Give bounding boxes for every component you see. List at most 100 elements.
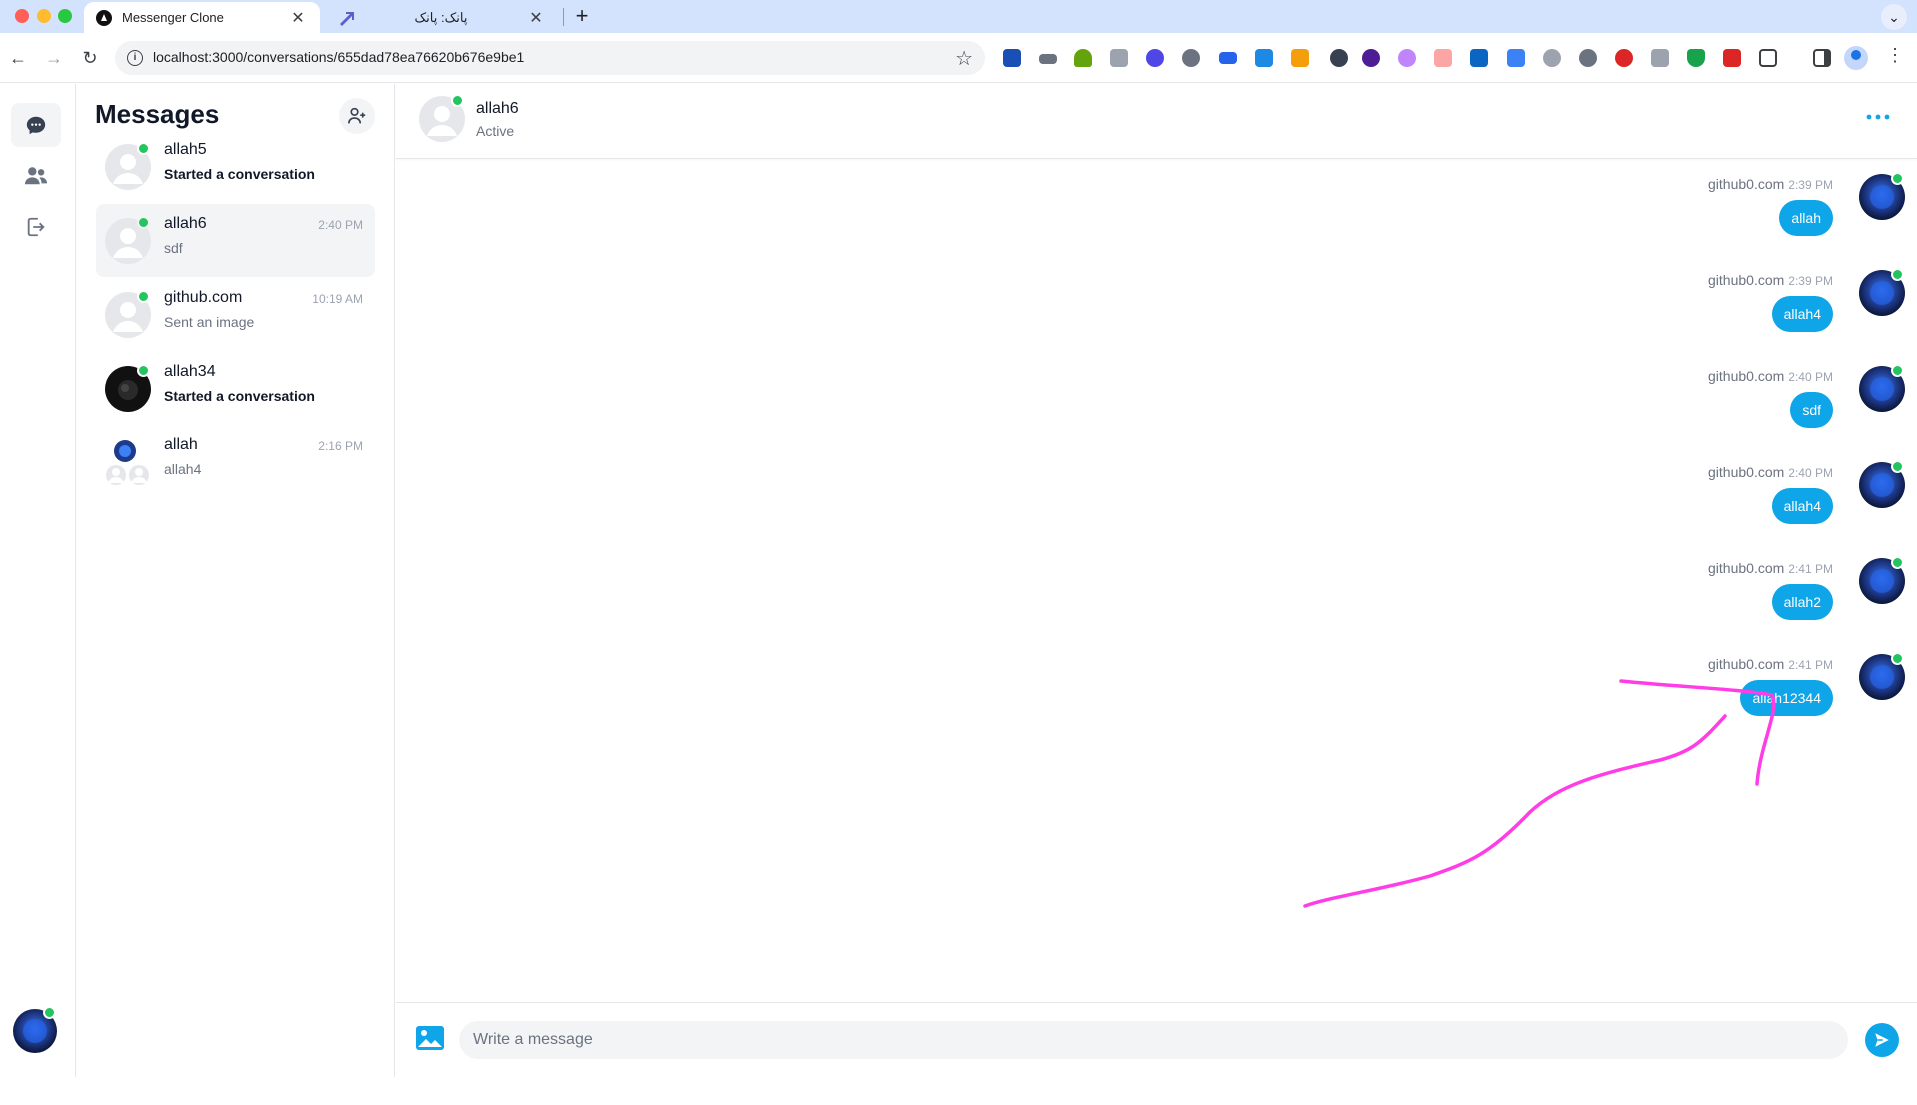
message-time: 2:40 PM	[1788, 370, 1833, 384]
message-bubble[interactable]: allah	[1779, 200, 1833, 236]
chat-panel: allah6 Active github0.com 2:39 PM allah git…	[396, 84, 1917, 1077]
message-meta: github0.com 2:40 PM	[1708, 464, 1833, 480]
current-user-avatar[interactable]	[13, 1006, 57, 1053]
conversation-last-message: Started a conversation	[164, 388, 315, 404]
browser-tab-bar: Messenger Clone ✕ پانک: پانک ✕ + ⌄	[0, 0, 1917, 33]
conversation-item[interactable]: allah5 Started a conversation	[96, 130, 375, 203]
linkedin-extension-icon[interactable]	[1470, 49, 1488, 67]
message-meta: github0.com 2:41 PM	[1708, 560, 1833, 576]
window-zoom-button[interactable]	[58, 9, 72, 23]
extension-icon[interactable]	[1110, 49, 1128, 67]
message-time: 2:41 PM	[1788, 658, 1833, 672]
browser-tab-messenger[interactable]: Messenger Clone ✕	[84, 2, 320, 33]
extension-icon[interactable]	[1003, 49, 1021, 67]
extension-icon[interactable]	[1039, 54, 1057, 64]
avatar[interactable]	[1859, 364, 1905, 412]
new-group-button[interactable]	[339, 98, 375, 134]
browser-menu-icon[interactable]: ⋮	[1886, 45, 1904, 66]
extension-icon[interactable]	[1291, 49, 1309, 67]
download-extension-icon[interactable]	[1255, 49, 1273, 67]
extension-icon[interactable]	[1330, 49, 1348, 67]
message-sender: github0.com	[1708, 272, 1785, 288]
profile-avatar[interactable]	[1844, 46, 1868, 70]
message-bubble[interactable]: sdf	[1790, 392, 1833, 428]
chat-partner-status: Active	[476, 123, 515, 139]
message-meta: github0.com 2:39 PM	[1708, 176, 1833, 192]
nav-chat-button[interactable]	[11, 103, 61, 147]
url-text[interactable]: localhost:3000/conversations/655dad78ea7…	[153, 49, 524, 65]
avatar[interactable]	[1859, 556, 1905, 604]
site-info-icon[interactable]: i	[127, 50, 143, 66]
tab-search-button[interactable]: ⌄	[1881, 4, 1907, 30]
conversation-item[interactable]: allah34 Started a conversation	[96, 352, 375, 425]
avatar[interactable]	[1859, 172, 1905, 220]
back-button[interactable]: ←	[5, 45, 31, 71]
message-row: github0.com 2:39 PM allah	[1205, 172, 1905, 254]
nav-logout-button[interactable]	[11, 205, 61, 249]
nav-rail	[0, 84, 76, 1077]
extension-icon[interactable]	[1579, 49, 1597, 67]
message-bubble[interactable]: allah4	[1771, 488, 1833, 524]
bookmark-star-icon[interactable]: ☆	[955, 46, 973, 71]
online-indicator	[43, 1006, 56, 1019]
message-bubble[interactable]: allah2	[1771, 584, 1833, 620]
message-sender: github0.com	[1708, 176, 1785, 192]
extension-icon[interactable]	[1146, 49, 1164, 67]
avatar[interactable]	[1859, 652, 1905, 700]
conversation-item[interactable]: github.com 10:19 AM Sent an image	[96, 278, 375, 351]
message-time: 2:39 PM	[1788, 178, 1833, 192]
list-title: Messages	[95, 99, 220, 129]
message-meta: github0.com 2:40 PM	[1708, 368, 1833, 384]
upload-image-button[interactable]	[415, 1025, 445, 1055]
nav-users-button[interactable]	[11, 154, 61, 198]
more-options-button[interactable]	[1862, 102, 1894, 134]
forward-button[interactable]: →	[41, 45, 67, 71]
extension-icon[interactable]	[1434, 49, 1452, 67]
online-indicator	[137, 216, 150, 229]
extension-icon[interactable]	[1398, 49, 1416, 67]
chat-icon	[26, 116, 46, 135]
extension-icon[interactable]	[1219, 52, 1237, 64]
extension-icon[interactable]	[1651, 49, 1669, 67]
conversation-name: github.com	[164, 289, 243, 306]
extension-icon[interactable]	[1074, 49, 1092, 67]
message-row: github0.com 2:40 PM sdf	[1205, 364, 1905, 446]
message-sender: github0.com	[1708, 464, 1785, 480]
avatar[interactable]	[1859, 268, 1905, 316]
message-composer	[396, 1002, 1917, 1077]
send-button[interactable]	[1865, 1023, 1899, 1057]
conversation-last-message: Started a conversation	[164, 166, 315, 182]
extension-icon[interactable]	[1182, 49, 1200, 67]
close-icon[interactable]: ✕	[288, 8, 308, 28]
new-tab-button[interactable]: +	[568, 2, 596, 30]
extension-icon[interactable]	[1362, 49, 1380, 67]
window-close-button[interactable]	[15, 9, 29, 23]
conversation-time: 2:40 PM	[318, 218, 363, 232]
reload-button[interactable]: ↻	[77, 45, 103, 71]
extension-icon[interactable]	[1543, 49, 1561, 67]
message-bubble[interactable]: allah4	[1771, 296, 1833, 332]
avatar[interactable]	[1859, 460, 1905, 508]
message-bubble[interactable]: allah12344	[1740, 680, 1833, 716]
conversation-item[interactable]: allah 2:16 PM allah4	[96, 425, 375, 498]
conversation-time: 10:19 AM	[312, 292, 363, 306]
conversation-time: 2:16 PM	[318, 439, 363, 453]
side-panel-icon[interactable]	[1813, 49, 1831, 67]
extension-icon[interactable]	[1723, 49, 1741, 67]
avatar[interactable]	[419, 94, 465, 142]
adblock-extension-icon[interactable]	[1615, 49, 1633, 67]
address-bar[interactable]: i localhost:3000/conversations/655dad78e…	[115, 41, 985, 75]
online-indicator	[1891, 268, 1904, 281]
logout-icon	[27, 217, 45, 237]
window-minimize-button[interactable]	[37, 9, 51, 23]
conversation-name: allah	[164, 436, 198, 453]
close-icon[interactable]: ✕	[526, 8, 546, 28]
puzzle-icon[interactable]	[1759, 49, 1777, 67]
extension-icon[interactable]	[1507, 49, 1525, 67]
message-input[interactable]	[459, 1021, 1848, 1059]
users-icon	[24, 167, 48, 185]
conversation-name: allah5	[164, 141, 207, 158]
browser-tab-second[interactable]: پانک: پانک ✕	[326, 2, 558, 33]
conversation-item[interactable]: allah6 2:40 PM sdf	[96, 204, 375, 277]
shield-extension-icon[interactable]	[1687, 49, 1705, 67]
